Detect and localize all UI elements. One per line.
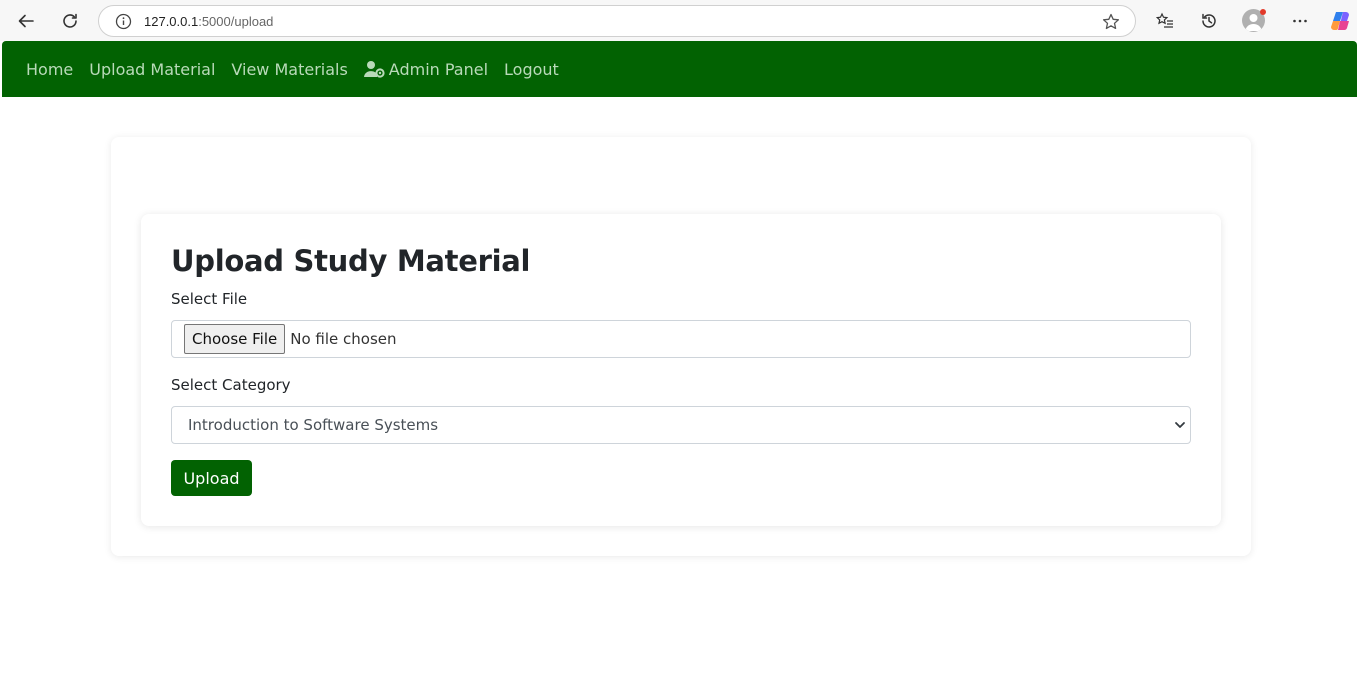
nav-upload-material[interactable]: Upload Material <box>89 60 215 79</box>
favorite-star-icon[interactable] <box>1101 12 1121 32</box>
category-select[interactable]: Introduction to Software Systems <box>171 406 1191 444</box>
browser-toolbar: 127.0.0.1:5000/upload <box>0 0 1357 41</box>
nav-logout[interactable]: Logout <box>504 60 559 79</box>
history-icon <box>1202 13 1216 28</box>
choose-file-button[interactable]: Choose File <box>184 324 286 354</box>
nav-admin-panel[interactable]: Admin Panel <box>363 59 489 79</box>
site-info-icon[interactable] <box>115 13 132 30</box>
user-cog-icon <box>363 61 385 78</box>
url-text[interactable]: 127.0.0.1:5000/upload <box>144 14 273 29</box>
url-host: 127.0.0.1 <box>144 13 199 29</box>
category-selected-value: Introduction to Software Systems <box>188 416 439 434</box>
history-button[interactable] <box>1194 6 1224 36</box>
back-button[interactable] <box>11 6 41 36</box>
reload-icon <box>63 13 77 28</box>
chevron-down-icon <box>1175 422 1185 428</box>
notification-dot <box>1260 9 1266 15</box>
copilot-icon[interactable] <box>1330 10 1352 32</box>
more-dots-icon <box>1293 19 1307 23</box>
back-arrow-icon <box>18 14 34 28</box>
upload-button[interactable]: Upload <box>171 460 252 496</box>
category-label: Select Category <box>171 376 291 394</box>
nav-home[interactable]: Home <box>26 60 73 79</box>
file-label: Select File <box>171 290 248 308</box>
favorites-list-icon <box>1156 12 1173 28</box>
favorites-button[interactable] <box>1150 6 1180 36</box>
site-navbar: Home Upload Material View Materials Admi… <box>2 41 1357 97</box>
nav-admin-panel-label: Admin Panel <box>388 59 489 79</box>
file-status-text: No file chosen <box>290 330 397 348</box>
url-path: :5000/upload <box>198 13 274 29</box>
address-bar[interactable]: 127.0.0.1:5000/upload <box>98 5 1136 37</box>
nav-view-materials[interactable]: View Materials <box>231 60 347 79</box>
reload-button[interactable] <box>55 6 85 36</box>
file-input[interactable]: Choose File No file chosen <box>171 320 1191 358</box>
more-menu-button[interactable] <box>1285 6 1315 36</box>
page-title: Upload Study Material <box>171 244 531 278</box>
